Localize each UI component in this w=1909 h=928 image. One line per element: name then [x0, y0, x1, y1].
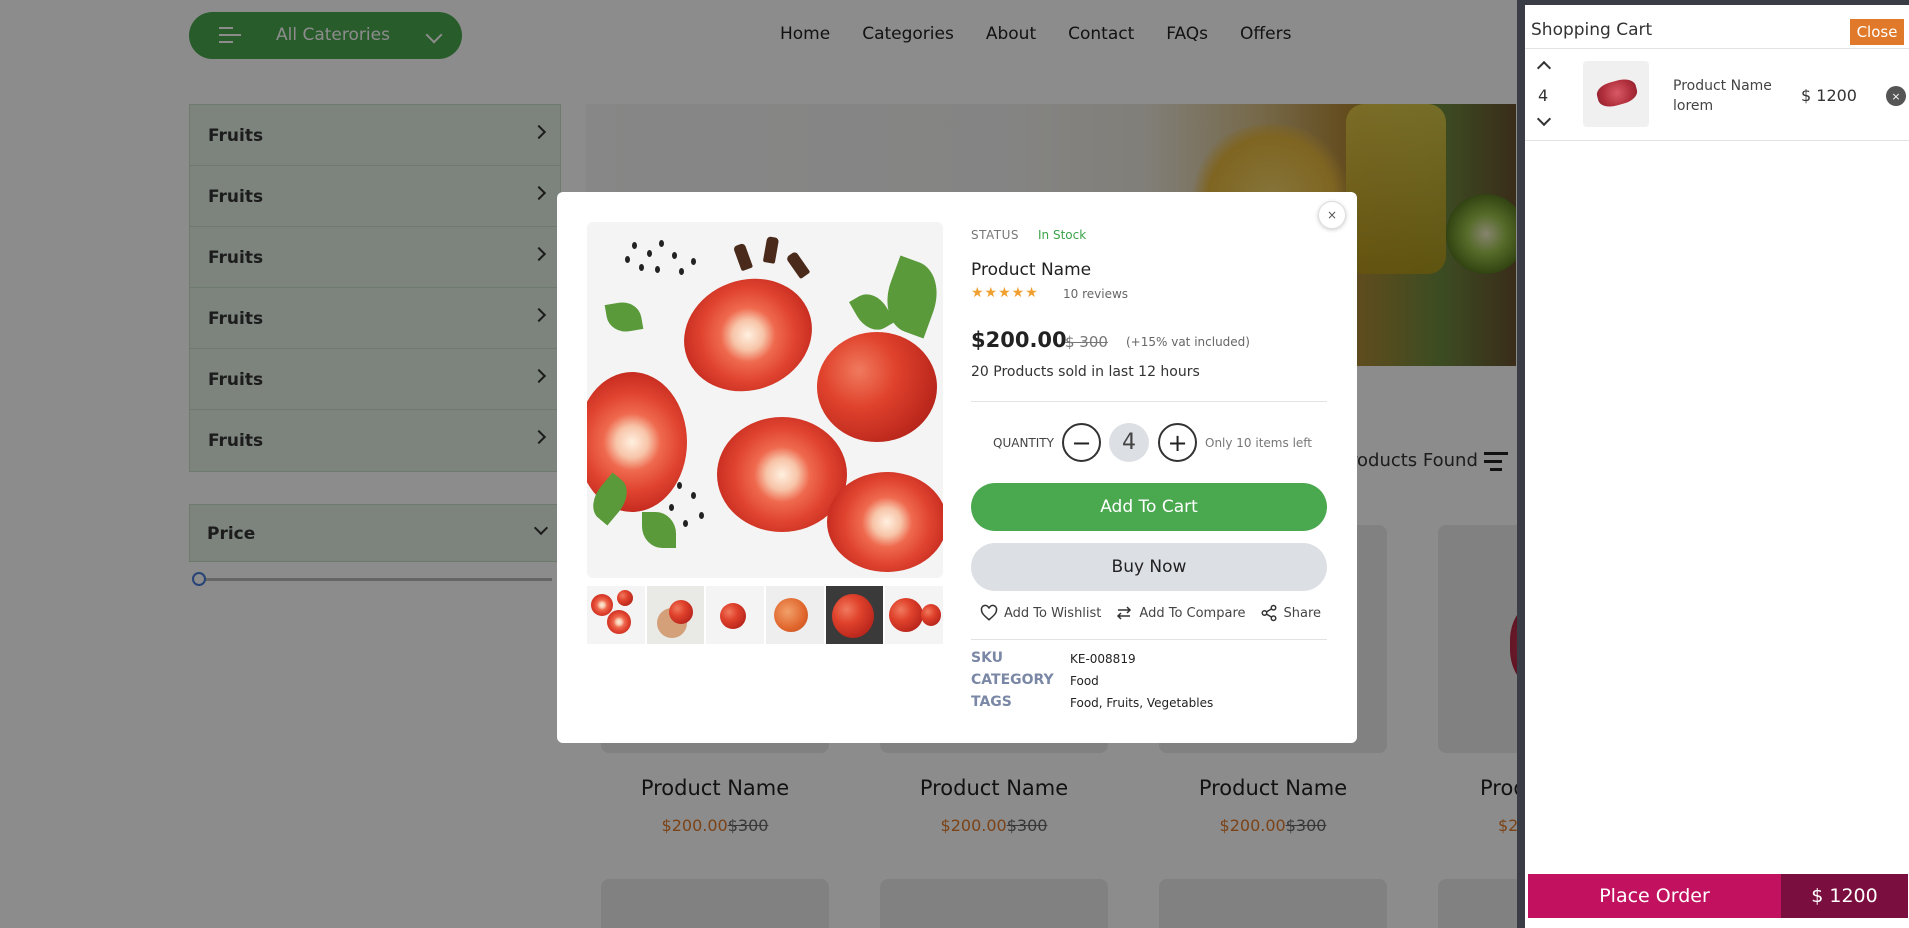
sold-count-note: 20 Products sold in last 12 hours	[971, 364, 1200, 380]
order-total: $ 1200	[1781, 874, 1908, 918]
product-thumbnail[interactable]	[706, 586, 765, 644]
cart-item-name[interactable]: Product Name lorem	[1673, 76, 1783, 116]
product-old-price: $ 300	[1065, 333, 1108, 351]
cart-item-image	[1583, 61, 1649, 127]
product-price: $200.00	[971, 328, 1067, 352]
product-actions: Add To Wishlist Add To Compare Share	[980, 604, 1321, 622]
minus-icon: −	[1071, 428, 1092, 457]
stock-status: In Stock	[1038, 228, 1087, 242]
product-title: Product Name	[971, 260, 1092, 280]
stock-left-note: Only 10 items left	[1205, 436, 1312, 450]
close-icon: ×	[1326, 208, 1338, 222]
category-value[interactable]: Food	[1070, 674, 1099, 688]
wishlist-label: Add To Wishlist	[1004, 605, 1102, 621]
cart-item-price: $ 1200	[1801, 86, 1857, 105]
star-rating-icon: ★★★★★	[971, 285, 1039, 301]
quantity-label: QUANTITY	[993, 436, 1054, 450]
add-to-wishlist-button[interactable]: Add To Wishlist	[980, 604, 1101, 622]
quantity-value[interactable]: 4	[1109, 423, 1149, 462]
shopping-cart-panel: Shopping Cart Close 4 Product Name lorem…	[1525, 0, 1909, 928]
product-thumbnail[interactable]	[766, 586, 824, 644]
compare-label: Add To Compare	[1139, 605, 1246, 621]
reviews-link[interactable]: 10 reviews	[1063, 287, 1128, 301]
product-thumbnail[interactable]	[825, 586, 884, 644]
modal-close-button[interactable]: ×	[1318, 201, 1346, 229]
share-button[interactable]: Share	[1260, 604, 1322, 622]
cart-close-button[interactable]: Close	[1850, 19, 1904, 45]
add-to-cart-button[interactable]: Add To Cart	[971, 483, 1327, 531]
place-order-button[interactable]: Place Order	[1528, 874, 1781, 918]
cart-title: Shopping Cart	[1531, 20, 1653, 40]
quantity-decrease-button[interactable]: −	[1062, 423, 1101, 462]
add-to-compare-button[interactable]: Add To Compare	[1115, 604, 1246, 622]
quantity-increase-button[interactable]: +	[1158, 423, 1197, 462]
remove-icon: ×	[1891, 89, 1901, 103]
remove-item-button[interactable]: ×	[1886, 86, 1906, 106]
plus-icon: +	[1167, 428, 1188, 457]
product-thumbnails	[587, 586, 944, 644]
heart-icon	[980, 604, 998, 621]
compare-arrows-icon	[1117, 606, 1132, 620]
product-thumbnail[interactable]	[646, 586, 705, 644]
cart-header: Shopping Cart Close	[1525, 10, 1909, 49]
share-label: Share	[1283, 605, 1322, 621]
product-main-image[interactable]	[587, 222, 943, 578]
divider	[971, 401, 1327, 402]
quantity-up-icon[interactable]	[1536, 60, 1552, 76]
buy-now-button[interactable]: Buy Now	[971, 543, 1327, 591]
cart-item-quantity: 4	[1538, 86, 1549, 105]
tags-label: TAGS	[971, 694, 1012, 710]
vat-note: (+15% vat included)	[1126, 335, 1250, 349]
quantity-down-icon[interactable]	[1536, 111, 1552, 127]
share-icon	[1261, 604, 1276, 622]
sku-label: SKU	[971, 650, 1004, 666]
tags-value[interactable]: Food, Fruits, Vegetables	[1070, 696, 1213, 710]
status-label: STATUS	[971, 228, 1020, 242]
product-thumbnail[interactable]	[885, 586, 944, 644]
product-thumbnail[interactable]	[587, 586, 645, 644]
category-label: CATEGORY	[971, 672, 1054, 688]
divider	[971, 639, 1327, 640]
cart-panel-border	[1517, 0, 1525, 928]
sku-value: KE-008819	[1070, 652, 1136, 666]
cart-item: 4 Product Name lorem $ 1200 ×	[1525, 49, 1909, 141]
